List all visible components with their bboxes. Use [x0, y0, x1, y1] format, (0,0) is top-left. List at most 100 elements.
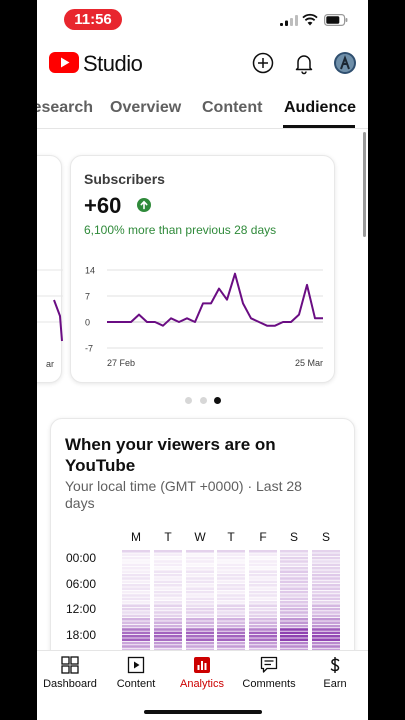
- heatmap-cell: [280, 601, 308, 604]
- heatmap-cell: [154, 645, 182, 648]
- carousel-dot-2[interactable]: [200, 397, 207, 404]
- comments-icon: [260, 656, 278, 673]
- heatmap-cell: [154, 611, 182, 614]
- nav-content[interactable]: Content: [103, 651, 169, 701]
- heatmap-cell: [217, 570, 245, 573]
- account-avatar[interactable]: [333, 51, 357, 75]
- heatmap-cell: [249, 563, 277, 567]
- heatmap-cell: [217, 618, 245, 621]
- nav-earn[interactable]: Earn: [302, 651, 368, 701]
- heatmap-cell: [280, 553, 308, 556]
- heatmap-cell: [249, 550, 277, 553]
- heatmap-cell: [249, 645, 277, 648]
- nav-comments[interactable]: Comments: [236, 651, 302, 701]
- scrollbar[interactable]: [363, 132, 366, 237]
- heatmap-cell: [154, 553, 182, 556]
- heatmap-cell: [217, 587, 245, 590]
- tab-content[interactable]: Content: [202, 99, 262, 117]
- heatmap-cell: [217, 594, 245, 597]
- heatmap-cell: [249, 641, 277, 645]
- heatmap-cell: [217, 573, 245, 577]
- heatmap-cell: [122, 556, 150, 560]
- heatmap-cell: [186, 560, 214, 563]
- nav-analytics[interactable]: Analytics: [169, 651, 235, 701]
- heatmap-cell: [217, 556, 245, 560]
- heatmap-cell: [217, 638, 245, 641]
- heatmap-cell: [154, 567, 182, 570]
- heatmap-cell: [186, 573, 214, 577]
- heatmap-cell: [186, 597, 214, 601]
- carousel-dot-1[interactable]: [185, 397, 192, 404]
- heatmap-cell: [280, 584, 308, 587]
- home-indicator: [144, 710, 262, 714]
- heatmap-cell: [280, 645, 308, 648]
- heatmap-cell: [154, 641, 182, 645]
- app-brand-title: Studio: [83, 51, 143, 76]
- heatmap-cell: [154, 587, 182, 590]
- heatmap-cell: [312, 621, 340, 624]
- heatmap-cell: [154, 631, 182, 635]
- heatmap-cell: [249, 631, 277, 635]
- heatmap-cell: [312, 553, 340, 556]
- content-icon: [127, 656, 145, 674]
- heatmap-cell: [280, 570, 308, 573]
- heatmap-cell: [217, 611, 245, 614]
- heatmap-cell: [312, 587, 340, 590]
- heatmap-cell: [186, 556, 214, 560]
- heatmap-cell: [217, 635, 245, 638]
- heatmap-cell: [154, 580, 182, 584]
- heatmap-cell: [249, 570, 277, 573]
- tab-research[interactable]: Research: [37, 99, 93, 117]
- heatmap-cell: [249, 553, 277, 556]
- heatmap-cell: [154, 550, 182, 553]
- chart-y-tick: 7: [85, 292, 90, 302]
- heatmap-cell: [249, 577, 277, 580]
- heatmap-cell: [217, 550, 245, 553]
- heatmap-cell: [122, 645, 150, 648]
- heatmap-cell: [217, 604, 245, 607]
- heatmap-cell: [186, 624, 214, 628]
- heatmap-cell: [312, 590, 340, 594]
- heatmap-cell: [312, 573, 340, 577]
- earn-icon: [330, 657, 340, 673]
- create-plus-icon[interactable]: [251, 51, 275, 75]
- tab-overview[interactable]: Overview: [110, 99, 181, 117]
- heatmap-cell: [186, 580, 214, 584]
- nav-dashboard[interactable]: Dashboard: [37, 651, 103, 701]
- heatmap-cell: [249, 556, 277, 560]
- heatmap-cell: [122, 621, 150, 624]
- heatmap-cell: [122, 584, 150, 587]
- heatmap-cell: [186, 621, 214, 624]
- heatmap-cell: [154, 563, 182, 567]
- notifications-bell-icon[interactable]: [292, 51, 316, 75]
- heatmap-cell: [249, 611, 277, 614]
- heatmap-cell: [154, 584, 182, 587]
- heatmap-cell: [122, 641, 150, 645]
- heatmap-cell: [154, 590, 182, 594]
- heatmap-cell: [154, 573, 182, 577]
- youtube-logo-icon: [49, 52, 79, 73]
- app-header: Studio: [37, 44, 368, 86]
- heatmap-cell: [217, 584, 245, 587]
- heatmap-cell: [312, 638, 340, 641]
- heatmap-cell: [186, 563, 214, 567]
- svg-text:ar: ar: [46, 359, 54, 369]
- heatmap-cell: [249, 635, 277, 638]
- chart-series-line: [107, 272, 323, 327]
- carousel-dot-3[interactable]: [214, 397, 221, 404]
- heatmap-cell: [186, 635, 214, 638]
- heatmap-cell: [217, 553, 245, 556]
- subscribers-card[interactable]: Subscribers +60 6,100% more than previou…: [70, 155, 335, 383]
- heatmap-cell: [122, 567, 150, 570]
- heatmap-cell: [280, 614, 308, 618]
- heatmap-cell: [312, 570, 340, 573]
- chart-y-tick: 0: [85, 318, 90, 328]
- heatmap-cell: [280, 638, 308, 641]
- heatmap-cell: [217, 614, 245, 618]
- tab-audience[interactable]: Audience: [284, 99, 356, 117]
- heatmap-cell: [186, 631, 214, 635]
- heatmap-cell: [280, 567, 308, 570]
- chart-x-end-label: 25 Mar: [295, 358, 323, 368]
- previous-metric-card[interactable]: ar: [37, 155, 63, 383]
- heatmap-cell: [217, 597, 245, 601]
